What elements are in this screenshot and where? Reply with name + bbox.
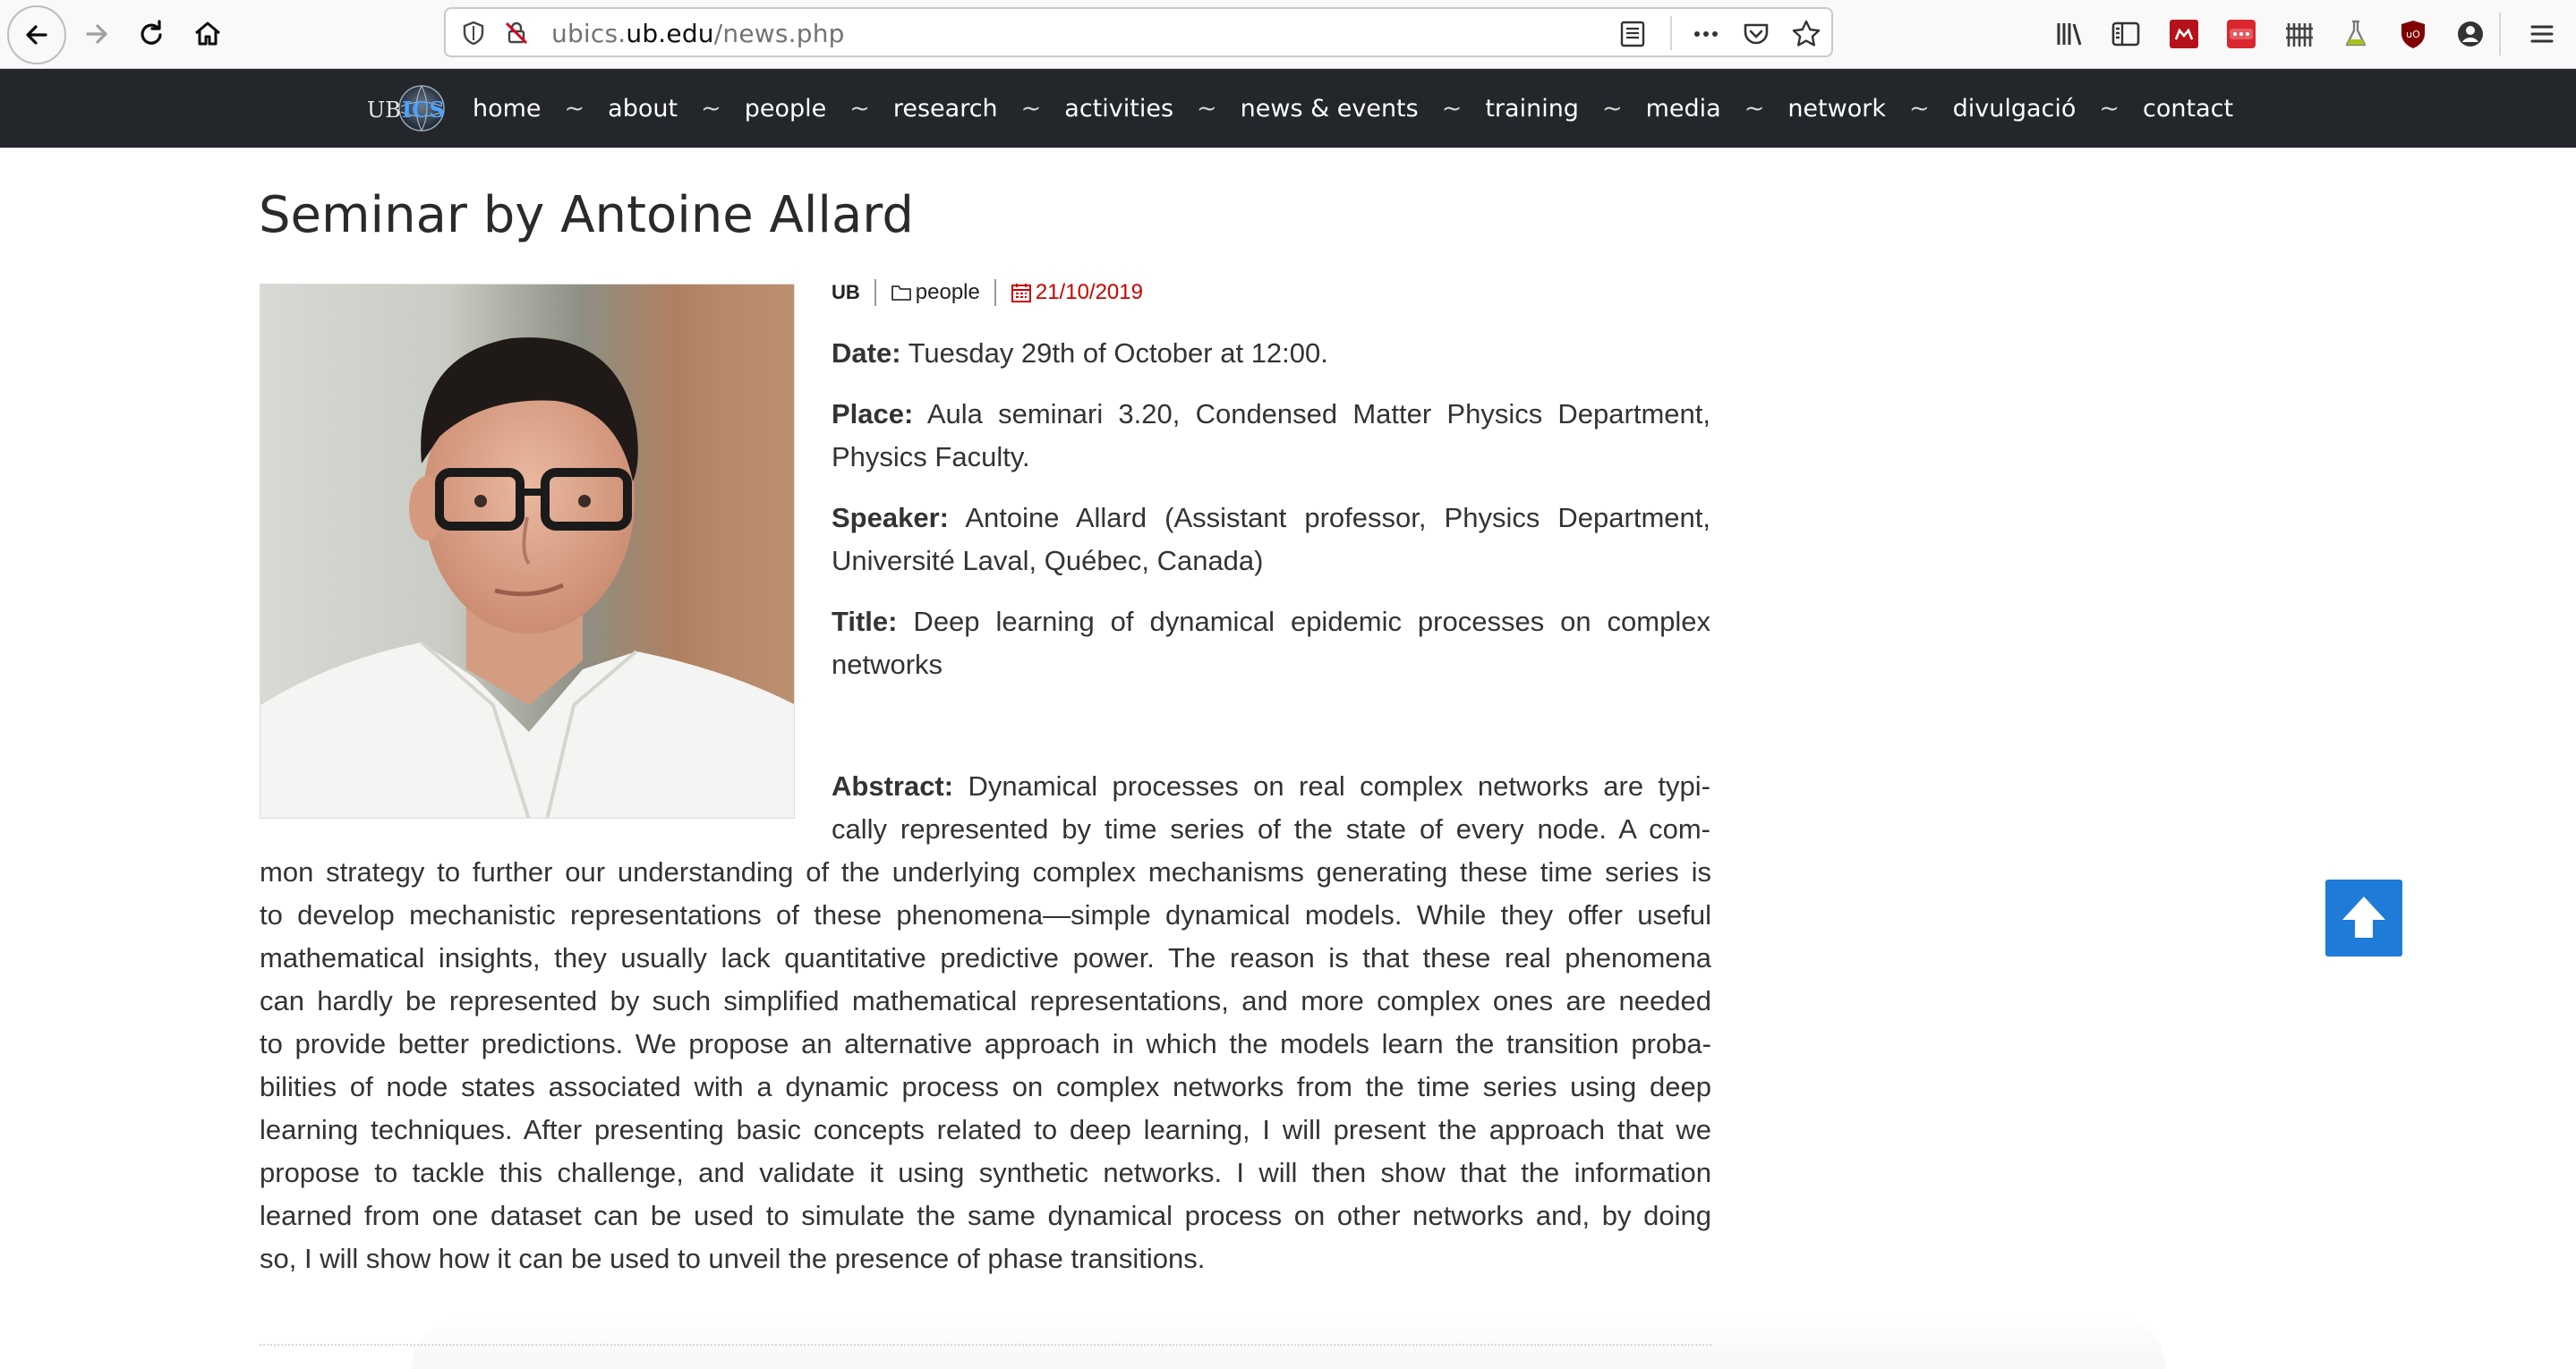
home-button[interactable]	[181, 7, 235, 61]
url-text[interactable]: ubics.ub.edu/news.php	[551, 19, 845, 48]
site-logo[interactable]: UB ICS	[365, 80, 446, 137]
talk-title-line: Title: Deep learning of dynamical epidem…	[832, 606, 1710, 680]
speaker-line: Speaker: Antoine Allard (Assistant profe…	[832, 502, 1710, 576]
site-navbar: UB ICS home ~ about ~ people ~ research ~ activi…	[0, 69, 2576, 148]
svg-text:uO: uO	[2406, 29, 2420, 40]
abstract-line: learning techniques. After presenting ba…	[260, 1114, 1711, 1145]
abstract-line: can hardly be represented by such simpli…	[260, 985, 1711, 1016]
extension-icon[interactable]	[2166, 16, 2202, 52]
place-line: Place: Aula seminari 3.20, Condensed Mat…	[832, 398, 1710, 472]
post-source: UB	[832, 281, 860, 303]
home-icon	[195, 21, 220, 46]
abstract-line: to develop mechanistic representations o…	[260, 899, 1711, 931]
account-icon[interactable]	[2452, 16, 2488, 52]
folder-icon	[891, 285, 911, 301]
browser-toolbar: ubics.ub.edu/news.php uO	[0, 0, 2576, 69]
meta-separator	[994, 279, 996, 306]
nav-link-activities[interactable]: activities	[1064, 95, 1173, 123]
back-to-top-button[interactable]	[2325, 880, 2402, 957]
abstract-line: cally represented by time series of the …	[832, 813, 1710, 845]
reload-button[interactable]	[125, 7, 179, 61]
abstract-line: bilities of node states associated with …	[260, 1071, 1711, 1102]
nav-separator: ~	[1908, 94, 1930, 123]
meta-separator	[874, 279, 876, 306]
nav-link-network[interactable]: network	[1787, 95, 1886, 123]
pocket-icon[interactable]	[1740, 18, 1772, 50]
post-meta: UB people 21/10/2019	[832, 279, 1143, 306]
insecure-lock-icon[interactable]	[503, 20, 530, 47]
page-title: Seminar by Antoine Allard	[259, 186, 914, 244]
abstract-line: mathematical insights, they usually lack…	[260, 942, 1711, 974]
footer-shadow	[412, 1315, 2166, 1369]
nav-link-training[interactable]: training	[1485, 95, 1579, 123]
speaker-photo	[260, 284, 795, 819]
more-icon[interactable]	[1690, 18, 1722, 50]
nav-separator: ~	[564, 94, 585, 123]
nav-link-people[interactable]: people	[745, 95, 827, 123]
calendar-icon	[1011, 284, 1031, 302]
svg-text:ICS: ICS	[402, 97, 445, 123]
shield-icon[interactable]	[460, 20, 487, 47]
nav-separator: ~	[1441, 94, 1463, 123]
content-divider	[260, 1344, 1711, 1346]
main-menu: home ~ about ~ people ~ research ~ activities ~ ne…	[473, 69, 2233, 148]
abstract-line: to provide better predictions. We propos…	[260, 1028, 1711, 1059]
nav-link-about[interactable]: about	[608, 95, 678, 123]
abstract-line: mon strategy to further our understandin…	[260, 856, 1711, 888]
nav-link-media[interactable]: media	[1646, 95, 1721, 123]
extension-icon[interactable]	[2223, 16, 2259, 52]
post-category-link[interactable]: people	[916, 280, 980, 305]
nav-link-news-events[interactable]: news & events	[1241, 95, 1419, 123]
abstract-line: learned from one dataset can be used to …	[260, 1200, 1711, 1231]
abstract-line: propose to tackle this challenge, and va…	[260, 1157, 1711, 1188]
nav-separator: ~	[849, 94, 870, 123]
nav-separator: ~	[2099, 94, 2120, 123]
extension-icon[interactable]	[2338, 16, 2374, 52]
back-button[interactable]	[7, 5, 66, 64]
nav-link-divulgaci-[interactable]: divulgació	[1953, 95, 2077, 123]
bookmark-star-icon[interactable]	[1790, 18, 1822, 50]
abstract-line: Abstract: Dynamical processes on real co…	[832, 770, 1710, 802]
date-line: Date: Tuesday 29th of October at 12:00.	[832, 337, 1328, 369]
svg-text:UB: UB	[367, 98, 401, 123]
url-bar[interactable]: ubics.ub.edu/news.php	[444, 7, 1833, 57]
url-separator	[1670, 16, 1672, 50]
ublock-icon[interactable]: uO	[2395, 16, 2431, 52]
toolbar-separator	[2499, 13, 2501, 55]
menu-icon[interactable]	[2524, 16, 2560, 52]
nav-separator: ~	[701, 94, 721, 123]
post-date: 21/10/2019	[1035, 280, 1143, 304]
abstract-line: so, I will show how it can be used to un…	[260, 1243, 1206, 1274]
library-icon[interactable]	[2051, 16, 2087, 52]
sidebar-icon[interactable]	[2108, 16, 2144, 52]
reload-icon	[141, 20, 162, 45]
back-arrow-icon	[26, 25, 47, 45]
forward-button[interactable]	[70, 7, 124, 61]
reader-view-icon[interactable]	[1616, 18, 1649, 50]
nav-link-research[interactable]: research	[893, 95, 998, 123]
extension-icon[interactable]	[2281, 16, 2316, 52]
forward-arrow-icon	[86, 24, 107, 44]
nav-separator: ~	[1197, 94, 1217, 123]
nav-separator: ~	[1744, 94, 1765, 123]
nav-link-home[interactable]: home	[473, 95, 542, 123]
nav-separator: ~	[1601, 94, 1623, 123]
arrow-up-icon	[2342, 897, 2385, 938]
nav-separator: ~	[1020, 94, 1042, 123]
nav-link-contact[interactable]: contact	[2143, 95, 2233, 123]
